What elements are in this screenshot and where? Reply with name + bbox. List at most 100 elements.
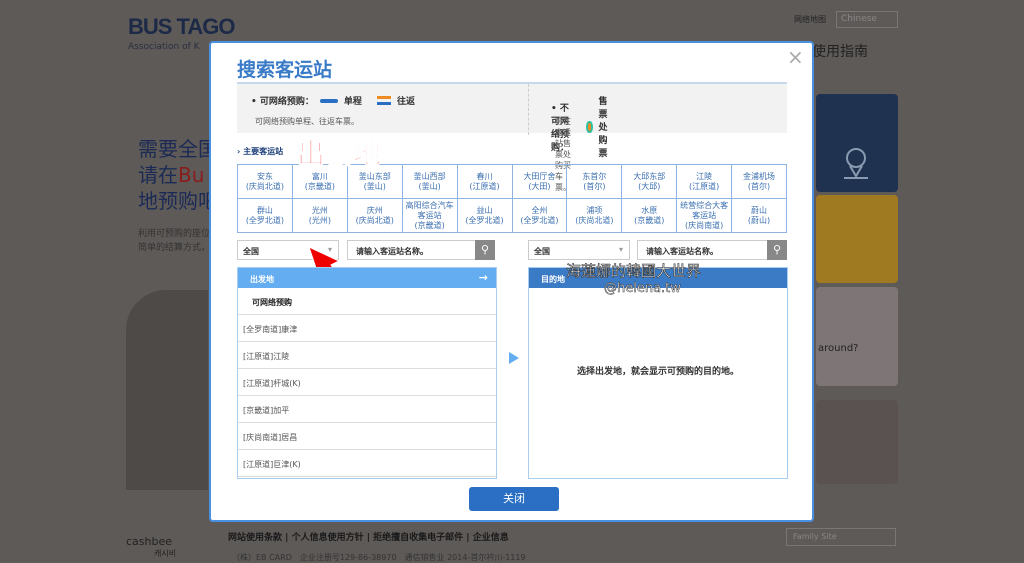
station-cell[interactable]: 江陵 (江原道) bbox=[677, 165, 733, 199]
footer-link[interactable]: 拒绝擅自收集电子邮件 bbox=[373, 533, 463, 543]
destination-search-input[interactable]: 请输入客运站名称。 bbox=[637, 240, 769, 260]
departure-search-input[interactable]: 请输入客运站名称。 bbox=[347, 240, 477, 260]
departure-list-item[interactable]: [江原道]江陵 bbox=[238, 342, 496, 369]
station-cell-line: 春川 bbox=[476, 171, 493, 181]
station-cell-line: (大田) bbox=[528, 181, 551, 191]
modal-title: 搜索客运站 bbox=[237, 59, 333, 81]
station-cell-line: 釜山东部 bbox=[358, 171, 391, 181]
network-map-link[interactable]: 网络地图 bbox=[794, 14, 826, 25]
station-cell-line: (江原道) bbox=[469, 181, 500, 191]
departure-list-item[interactable]: [江原道]巨津(K) bbox=[238, 450, 496, 477]
oneway-label: 单程 bbox=[343, 97, 362, 107]
station-cell[interactable]: 庆州 (庆尚北道) bbox=[347, 199, 403, 233]
station-cell[interactable]: 高阳综合汽车 客运站 (京畿道) bbox=[402, 199, 458, 233]
station-cell[interactable]: 浦项 (庆尚北道) bbox=[567, 199, 623, 233]
online-legend: • 可网络预购： 单程 往返 可网络预购单程、往返车票。 bbox=[237, 84, 529, 135]
station-cell-line: (江原道) bbox=[689, 181, 720, 191]
footer-link[interactable]: 企业信息 bbox=[473, 533, 509, 543]
station-cell-line: (京畿道) bbox=[304, 181, 335, 191]
departure-list-item[interactable]: [京畿道]加平 bbox=[238, 396, 496, 423]
language-select[interactable]: Chinese bbox=[836, 11, 898, 28]
station-cell[interactable]: 金浦机场 (首尔) bbox=[732, 165, 787, 199]
departure-list-item[interactable]: [庆尚南道]居昌 bbox=[238, 423, 496, 450]
roundtrip-label: 往返 bbox=[397, 97, 416, 107]
departure-list-item[interactable]: [全罗南道]康津 bbox=[238, 315, 496, 342]
online-desc: 可网络预购单程、往返车票。 bbox=[255, 117, 359, 126]
booking-legend: • 可网络预购： 单程 往返 可网络预购单程、往返车票。 • 不可网络预购： 售票… bbox=[237, 82, 787, 192]
footer-links: 网站使用条款 | 个人信息使用方针 | 拒绝擅自收集电子邮件 | 企业信息 bbox=[228, 533, 509, 543]
station-cell[interactable]: 大邱东部 (大邱) bbox=[622, 165, 678, 199]
bustago-logo: BUS TAGO bbox=[128, 14, 235, 39]
main-stations-grid: 安东 (庆尚北道) 富川 (京畿道) 釜山东部 (釜山) 釜山西部 (釜山) 春川 (江原道) 大田… bbox=[237, 164, 787, 233]
station-cell[interactable]: 安东 (庆尚北道) bbox=[238, 165, 293, 199]
station-cell-line: 庆州 bbox=[366, 205, 383, 215]
station-cell-line: (全罗北道) bbox=[465, 215, 504, 225]
hero-part: 请在 bbox=[138, 163, 178, 187]
destination-region-select[interactable]: 全国 bbox=[528, 240, 630, 260]
list-group-label: 可网络预购 bbox=[238, 288, 496, 315]
family-site-select[interactable]: Family Site bbox=[786, 528, 896, 546]
arrow-right-icon: → bbox=[478, 271, 488, 284]
station-cell[interactable]: 全州 (全罗北道) bbox=[512, 199, 568, 233]
departure-header-label: 出发地 bbox=[250, 275, 274, 284]
cashbee-kr: 캐시비 bbox=[154, 549, 177, 558]
station-cell[interactable]: 光州 (光州) bbox=[292, 199, 348, 233]
hero-sub-line: 简单的结算方式， bbox=[138, 243, 211, 253]
station-cell-line: 江陵 bbox=[696, 171, 713, 181]
station-cell[interactable]: 水原 (京畿道) bbox=[622, 199, 678, 233]
watermark-handle: @helena.tw bbox=[604, 281, 681, 297]
roundtrip-icon bbox=[377, 95, 392, 106]
destination-empty-message: 选择出发地，就会显示可预购的目的地。 bbox=[576, 367, 739, 377]
station-cell-line: (庆尚北道) bbox=[355, 215, 394, 225]
station-cell[interactable]: 益山 (全罗北道) bbox=[457, 199, 513, 233]
station-cell-line: 大田厅舍 bbox=[523, 171, 556, 181]
station-cell-line: 蔚山 bbox=[751, 205, 768, 215]
logo-subtitle: Association of K bbox=[128, 42, 200, 52]
station-cell-line: 益山 bbox=[476, 205, 493, 215]
departure-panel: 出发地 → 可网络预购 [全罗南道]康津 [江原道]江陵 [江原道]杆城(K) [京畿道… bbox=[237, 267, 497, 479]
station-cell[interactable]: 东首尔 (首尔) bbox=[567, 165, 623, 199]
station-cell-line: 金浦机场 bbox=[743, 171, 776, 181]
station-cell-line: (釜山) bbox=[363, 181, 386, 191]
cashbee-bee-tile[interactable] bbox=[816, 195, 898, 283]
station-cell-line: 客运站 bbox=[692, 210, 717, 220]
overlay-annotation: 出發地 bbox=[296, 137, 382, 171]
main-stations-heading: › 主要客运站 bbox=[237, 146, 283, 157]
station-cell-line: (大邱) bbox=[638, 181, 661, 191]
station-cell[interactable]: 春川 (江原道) bbox=[457, 165, 513, 199]
travel-tile[interactable]: around? bbox=[816, 287, 898, 386]
station-cell[interactable]: 统营综合大客 客运站 (庆尚南道) bbox=[677, 199, 733, 233]
map-tile[interactable] bbox=[816, 94, 898, 192]
cashbee-text: cashbee bbox=[126, 535, 173, 548]
search-icon[interactable]: ⚲ bbox=[475, 240, 495, 260]
guide-menu[interactable]: 使用指南 bbox=[812, 41, 868, 61]
hero-line: 地预购吧 bbox=[138, 189, 218, 213]
station-cell-line: (全罗北道) bbox=[520, 215, 559, 225]
station-cell[interactable]: 大田厅舍 (大田) bbox=[512, 165, 568, 199]
station-cell-line: 统营综合大客 bbox=[680, 200, 729, 210]
close-icon[interactable]: × bbox=[787, 45, 804, 69]
footer-link[interactable]: 网站使用条款 bbox=[228, 533, 282, 543]
destination-panel: 目的地 选择出发地，就会显示可预购的目的地。 bbox=[528, 267, 788, 479]
station-cell-line: (京畿道) bbox=[414, 220, 445, 230]
footer-address: （株）EB CARD 企业注册号129-86-38970 通信销售业 2014-… bbox=[232, 553, 526, 562]
station-cell[interactable]: 蔚山 (蔚山) bbox=[732, 199, 787, 233]
location-pin-icon bbox=[844, 148, 868, 179]
station-cell-line: 高阳综合汽车 bbox=[405, 200, 454, 210]
departure-header: 出发地 → bbox=[238, 268, 496, 288]
departure-list-item[interactable]: [江原道]杆城(K) bbox=[238, 369, 496, 396]
hero-line: 请在Bu bbox=[138, 162, 218, 188]
hero-text: 需要全国 请在Bu 地预购吧 bbox=[138, 136, 218, 214]
main-stations-label: 主要客运站 bbox=[243, 147, 284, 156]
oneway-icon bbox=[319, 98, 338, 103]
bus-tile[interactable] bbox=[816, 400, 898, 484]
station-cell[interactable]: 群山 (全罗北道) bbox=[238, 199, 293, 233]
search-icon[interactable]: ⚲ bbox=[767, 240, 787, 260]
hero-illustration bbox=[126, 290, 208, 490]
play-arrow-icon bbox=[509, 352, 519, 364]
station-cell[interactable]: 釜山西部 (釜山) bbox=[402, 165, 458, 199]
footer-link[interactable]: 个人信息使用方针 bbox=[292, 533, 364, 543]
station-cell-line: (首尔) bbox=[747, 181, 771, 191]
close-button[interactable]: 关闭 bbox=[469, 487, 559, 511]
station-cell-line: (釜山) bbox=[418, 181, 441, 191]
